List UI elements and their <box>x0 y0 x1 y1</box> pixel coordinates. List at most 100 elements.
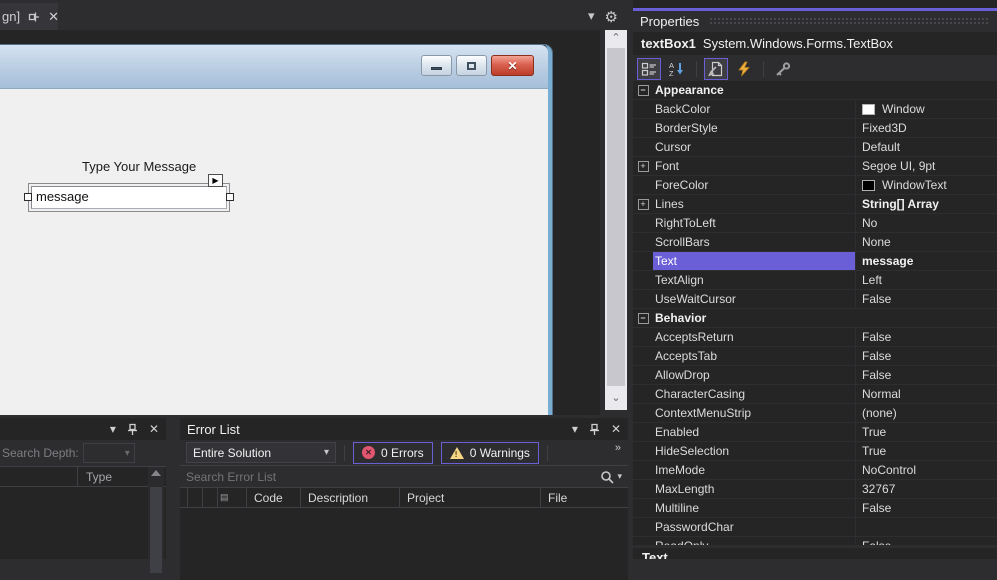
close-icon[interactable]: ✕ <box>149 422 159 436</box>
drag-grip[interactable] <box>709 17 990 26</box>
property-row-passwordchar[interactable]: PasswordChar <box>633 518 997 537</box>
scope-dropdown[interactable]: Entire Solution ▾ <box>186 442 336 463</box>
property-value[interactable]: Normal <box>855 385 997 403</box>
close-button[interactable]: ✕ <box>491 55 534 76</box>
property-row-multiline[interactable]: Multiline False <box>633 499 997 518</box>
expander-icon[interactable]: − <box>637 84 649 96</box>
scroll-down-icon[interactable]: ⌄ <box>605 390 627 406</box>
property-row-cursor[interactable]: Cursor Default <box>633 138 997 157</box>
column-header-file[interactable]: File <box>541 488 628 507</box>
close-icon[interactable]: ✕ <box>48 9 59 25</box>
property-value[interactable]: WindowText <box>855 176 997 194</box>
property-row-contextmenustrip[interactable]: ContextMenuStrip (none) <box>633 404 997 423</box>
pin-icon[interactable] <box>589 423 600 436</box>
left-panel-titlebar[interactable]: ▾ ✕ <box>0 418 166 440</box>
property-name[interactable]: Text <box>653 252 855 270</box>
property-value[interactable]: Default <box>855 138 997 156</box>
textbox-selection-frame[interactable]: message ▶ <box>24 174 234 212</box>
expander-icon[interactable]: + <box>637 198 649 210</box>
property-name[interactable]: UseWaitCursor <box>653 290 855 308</box>
property-name[interactable]: PasswordChar <box>653 518 855 536</box>
property-row-imemode[interactable]: ImeMode NoControl <box>633 461 997 480</box>
property-name[interactable]: ImeMode <box>653 461 855 479</box>
property-row-enabled[interactable]: Enabled True <box>633 423 997 442</box>
scroll-up-icon[interactable]: ⌃ <box>605 30 627 46</box>
property-value[interactable]: NoControl <box>855 461 997 479</box>
property-value[interactable]: False <box>855 499 997 517</box>
close-icon[interactable]: ✕ <box>611 422 621 436</box>
search-depth-dropdown[interactable]: ▾ <box>82 443 135 463</box>
property-name[interactable]: BorderStyle <box>653 119 855 137</box>
chevron-down-icon[interactable]: ▾ <box>588 8 595 26</box>
property-row-acceptsreturn[interactable]: AcceptsReturn False <box>633 328 997 347</box>
property-row-lines[interactable]: + Lines String[] Array <box>633 195 997 214</box>
scrollbar-thumb[interactable] <box>607 48 625 386</box>
properties-titlebar[interactable]: Properties <box>633 11 997 32</box>
property-value[interactable] <box>855 518 997 536</box>
property-row-allowdrop[interactable]: AllowDrop False <box>633 366 997 385</box>
property-row-appearance[interactable]: − Appearance <box>633 81 997 100</box>
property-value[interactable]: False <box>855 347 997 365</box>
minimize-button[interactable] <box>421 55 452 76</box>
property-row-font[interactable]: + Font Segoe UI, 9pt <box>633 157 997 176</box>
property-value[interactable]: 32767 <box>855 480 997 498</box>
property-name[interactable]: Behavior <box>653 309 997 327</box>
alphabetical-sort-button[interactable]: AZ <box>665 58 689 80</box>
column-header-project[interactable]: Project <box>400 488 541 507</box>
property-row-acceptstab[interactable]: AcceptsTab False <box>633 347 997 366</box>
maximize-button[interactable] <box>456 55 487 76</box>
property-name[interactable]: MaxLength <box>653 480 855 498</box>
resize-handle-right[interactable] <box>226 193 234 201</box>
scrollbar-thumb[interactable] <box>150 487 162 573</box>
blank-column-header[interactable] <box>188 488 203 507</box>
chevron-down-icon[interactable]: ▾ <box>110 422 116 436</box>
tab-form-design[interactable]: gn] ✕ <box>0 3 59 30</box>
property-row-textalign[interactable]: TextAlign Left <box>633 271 997 290</box>
property-value[interactable]: False <box>855 290 997 308</box>
property-name[interactable]: CharacterCasing <box>653 385 855 403</box>
property-row-borderstyle[interactable]: BorderStyle Fixed3D <box>633 119 997 138</box>
property-row-behavior[interactable]: − Behavior <box>633 309 997 328</box>
property-value[interactable]: None <box>855 233 997 251</box>
property-value[interactable]: True <box>855 442 997 460</box>
chevron-down-icon[interactable]: ▾ <box>572 422 578 436</box>
form-label[interactable]: Type Your Message <box>82 159 196 174</box>
property-name[interactable]: ScrollBars <box>653 233 855 251</box>
expander-icon[interactable]: + <box>637 160 649 172</box>
properties-view-button[interactable] <box>704 57 728 80</box>
property-name[interactable]: Lines <box>653 195 855 213</box>
property-row-maxlength[interactable]: MaxLength 32767 <box>633 480 997 499</box>
property-row-forecolor[interactable]: ForeColor WindowText <box>633 176 997 195</box>
property-value[interactable]: Segoe UI, 9pt <box>855 157 997 175</box>
property-name[interactable]: TextAlign <box>653 271 855 289</box>
property-name[interactable]: BackColor <box>653 100 855 118</box>
property-name[interactable]: Cursor <box>653 138 855 156</box>
scroll-up-icon[interactable] <box>151 470 161 476</box>
property-name[interactable]: Enabled <box>653 423 855 441</box>
property-name[interactable]: ContextMenuStrip <box>653 404 855 422</box>
events-button[interactable] <box>732 58 756 80</box>
property-value[interactable]: Window <box>855 100 997 118</box>
property-value[interactable]: String[] Array <box>855 195 997 213</box>
suppression-column-header[interactable]: ▤ <box>218 488 247 507</box>
textbox-control[interactable]: message <box>31 186 227 209</box>
search-input[interactable] <box>186 469 601 484</box>
object-selector[interactable]: textBox1 System.Windows.Forms.TextBox <box>633 32 997 55</box>
error-list-search-box[interactable]: ▾ <box>180 465 628 487</box>
resize-handle-left[interactable] <box>24 193 32 201</box>
warnings-filter-button[interactable]: ! 0 Warnings <box>440 441 539 464</box>
property-value[interactable]: False <box>855 537 997 545</box>
blank-column-header[interactable] <box>180 488 188 507</box>
column-header-description[interactable]: Description <box>301 488 400 507</box>
pin-icon[interactable] <box>127 423 138 436</box>
type-column-header[interactable]: Type <box>86 470 112 484</box>
blank-column-header[interactable] <box>203 488 218 507</box>
property-name[interactable]: Appearance <box>653 81 997 99</box>
errors-filter-button[interactable]: ✕ 0 Errors <box>353 441 433 464</box>
smart-tag-button[interactable]: ▶ <box>208 174 223 187</box>
property-name[interactable]: AcceptsReturn <box>653 328 855 346</box>
property-row-usewaitcursor[interactable]: UseWaitCursor False <box>633 290 997 309</box>
property-row-text[interactable]: Text message <box>633 252 997 271</box>
property-value[interactable]: True <box>855 423 997 441</box>
column-header-code[interactable]: Code <box>247 488 301 507</box>
